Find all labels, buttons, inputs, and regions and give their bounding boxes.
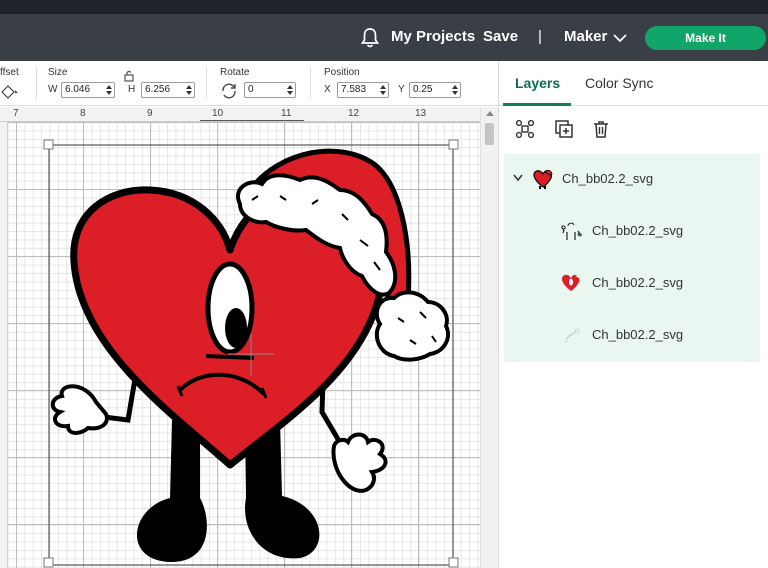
layer-thumbnail-icon [562, 274, 580, 291]
canvas-scrollbar[interactable] [480, 107, 498, 568]
y-label: Y [398, 84, 405, 95]
rotate-value: 0 [248, 84, 254, 95]
machine-selector[interactable]: Maker [564, 28, 607, 45]
ruler-tick: 7 [13, 108, 19, 119]
scroll-up-arrow-icon[interactable] [486, 111, 494, 116]
toolbar-divider [36, 67, 37, 99]
rotate-icon[interactable] [220, 82, 238, 99]
layer-thumbnail-icon [533, 169, 553, 189]
layer-name[interactable]: Ch_bb02.2_svg [592, 327, 683, 342]
y-position-value: 0.25 [413, 84, 433, 95]
width-value: 6.046 [65, 84, 91, 95]
stepper-icon[interactable] [452, 84, 458, 96]
layer-group-row[interactable]: Ch_bb02.2_svg [504, 154, 760, 206]
ruler-tick: 8 [80, 108, 86, 119]
ruler-tick: 9 [147, 108, 153, 119]
layer-name[interactable]: Ch_bb02.2_svg [562, 171, 653, 186]
stepper-icon[interactable] [287, 84, 293, 96]
x-position-input[interactable]: 7.583 [337, 82, 389, 98]
delete-icon[interactable] [591, 119, 611, 139]
size-label: Size [48, 67, 68, 78]
ruler-tick: 11 [281, 108, 292, 119]
edit-toolbar: ffset Size W 6.046 H 6.256 Rotate 0 Posi… [0, 61, 498, 106]
canvas-artwork [43, 139, 459, 568]
chevron-down-icon[interactable] [613, 33, 627, 43]
stepper-icon[interactable] [380, 84, 386, 96]
header-bar: My Projects Save | Maker Make It [0, 14, 768, 61]
right-glove [331, 432, 388, 493]
ungroup-icon[interactable] [515, 119, 535, 139]
width-input[interactable]: 6.046 [61, 82, 115, 98]
height-value: 6.256 [145, 84, 171, 95]
my-projects-link[interactable]: My Projects [391, 28, 475, 45]
offset-icon[interactable] [0, 83, 20, 99]
tab-color-sync[interactable]: Color Sync [585, 75, 653, 91]
horizontal-ruler: 7 8 9 10 11 12 13 [0, 107, 480, 122]
layer-row[interactable]: Ch_bb02.2_svg [504, 258, 760, 310]
lock-icon[interactable] [122, 70, 136, 82]
width-label: W [48, 84, 58, 95]
tab-layers[interactable]: Layers [515, 75, 560, 91]
make-it-button[interactable]: Make It [645, 26, 766, 50]
ruler-tick: 12 [348, 108, 360, 119]
layers-list: Ch_bb02.2_svg Ch_bb02.2_svg Ch_bb02.2_sv… [504, 154, 760, 362]
y-position-input[interactable]: 0.25 [409, 82, 461, 98]
layer-name[interactable]: Ch_bb02.2_svg [592, 223, 683, 238]
height-input[interactable]: 6.256 [141, 82, 195, 98]
layer-row[interactable]: Ch_bb02.2_svg [504, 310, 760, 362]
layer-row[interactable]: Ch_bb02.2_svg [504, 206, 760, 258]
duplicate-icon[interactable] [554, 119, 574, 139]
header-separator: | [538, 28, 542, 45]
left-glove [50, 384, 109, 435]
layer-thumbnail-icon [564, 328, 580, 343]
rotate-input[interactable]: 0 [244, 82, 296, 98]
ruler-tick: 13 [415, 108, 427, 119]
height-label: H [128, 84, 136, 95]
save-button[interactable]: Save [483, 28, 518, 45]
stepper-icon[interactable] [106, 84, 112, 96]
layer-thumbnail-icon [561, 222, 582, 240]
ruler-tick: 10 [212, 108, 224, 119]
toolbar-divider [310, 67, 311, 99]
vertical-ruler [0, 122, 8, 568]
scrollbar-thumb[interactable] [485, 123, 494, 145]
stepper-icon[interactable] [186, 84, 192, 96]
layers-panel: Layers Color Sync Ch_bb02.2_svg Ch_bb02.… [498, 61, 768, 568]
toolbar-divider [206, 67, 207, 99]
offset-label: ffset [0, 67, 19, 78]
title-strip [0, 0, 768, 14]
design-canvas[interactable] [8, 122, 480, 568]
chevron-down-icon[interactable] [513, 174, 523, 182]
rotate-label: Rotate [220, 67, 250, 78]
layer-name[interactable]: Ch_bb02.2_svg [592, 275, 683, 290]
design-space-window: My Projects Save | Maker Make It ffset S… [0, 0, 768, 568]
active-tab-indicator [503, 103, 571, 106]
x-label: X [324, 84, 331, 95]
bell-icon[interactable] [360, 27, 380, 49]
x-position-value: 7.583 [341, 84, 367, 95]
position-label: Position [324, 67, 360, 78]
